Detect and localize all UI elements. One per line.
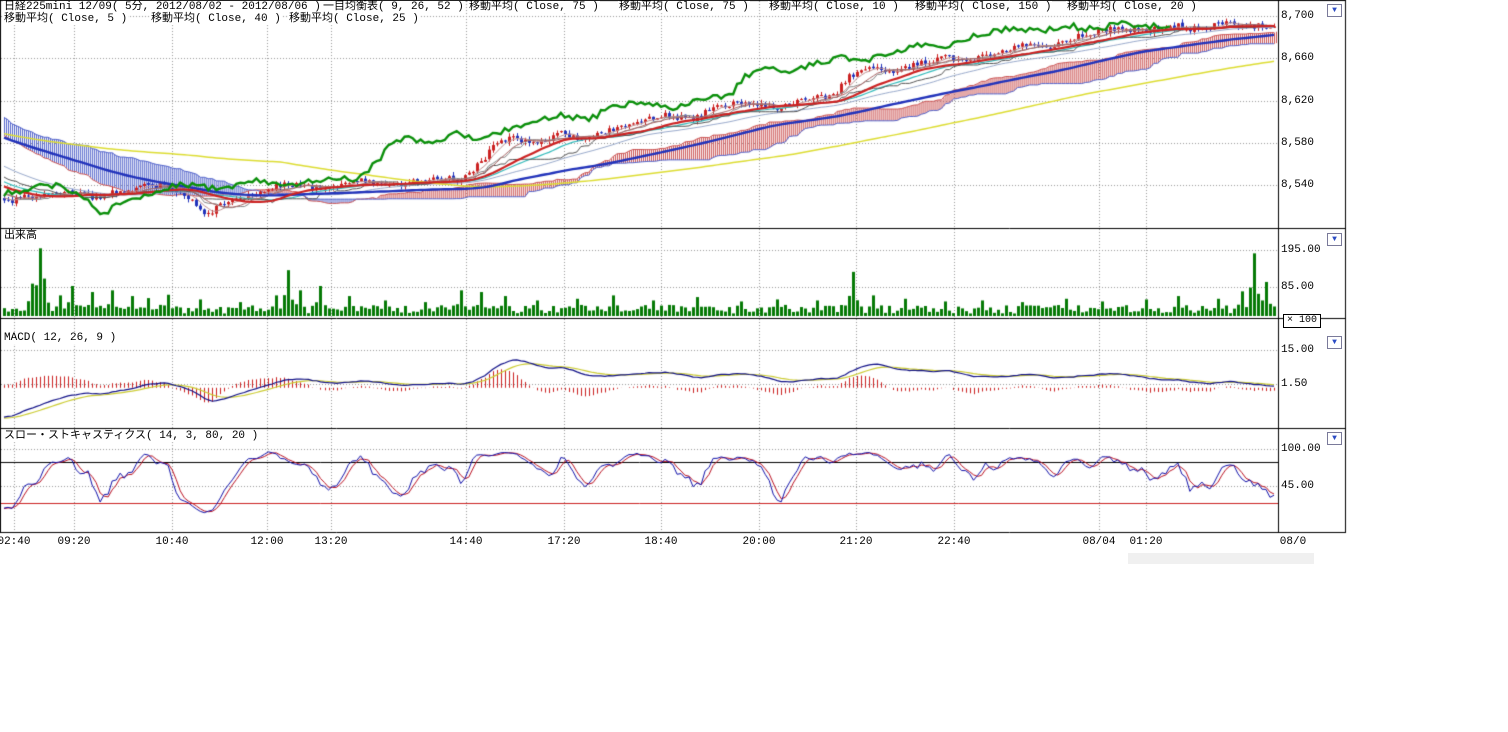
- time-tick-label: 18:40: [639, 536, 683, 548]
- macd-axis-label: 1.50: [1281, 378, 1307, 390]
- horizontal-scrollbar[interactable]: [1128, 553, 1314, 564]
- legend-item: 移動平均( Close, 10 ): [768, 1, 900, 13]
- price-panel-dropdown-button[interactable]: ▼: [1327, 4, 1342, 17]
- price-axis-label: 8,540: [1281, 179, 1314, 191]
- time-tick-label: 22:40: [932, 536, 976, 548]
- price-axis-label: 8,660: [1281, 52, 1314, 64]
- time-tick-label: 17:20: [542, 536, 586, 548]
- time-tick-label: 21:20: [834, 536, 878, 548]
- time-tick-label: 20:00: [737, 536, 781, 548]
- time-tick-label: 10:40: [150, 536, 194, 548]
- legend-item: 一目均衡表( 9, 26, 52 ): [322, 1, 465, 13]
- price-axis-label: 8,580: [1281, 137, 1314, 149]
- time-tick-label: 09:20: [52, 536, 96, 548]
- price-axis-label: 8,620: [1281, 95, 1314, 107]
- time-tick-label: 14:40: [444, 536, 488, 548]
- macd-panel-dropdown-button[interactable]: ▼: [1327, 336, 1342, 349]
- legend-item: 移動平均( Close, 5 ): [3, 13, 128, 25]
- volume-axis-label: 85.00: [1281, 281, 1314, 293]
- time-tick-label: 01:20: [1124, 536, 1168, 548]
- legend-item: 移動平均( Close, 75 ): [618, 1, 750, 13]
- volume-multiplier-badge: × 100: [1283, 314, 1321, 328]
- time-tick-label: 13:20: [309, 536, 353, 548]
- macd-axis-label: 15.00: [1281, 344, 1314, 356]
- legend-item: 移動平均( Close, 40 ): [150, 13, 282, 25]
- volume-axis-label: 195.00: [1281, 244, 1321, 256]
- volume-panel-title: 出来高: [3, 230, 38, 242]
- legend-item: 移動平均( Close, 75 ): [468, 1, 600, 13]
- legend-item: 日経225mini 12/09( 5分, 2012/08/02 - 2012/0…: [3, 1, 322, 13]
- time-tick-label: 08/0: [1271, 536, 1315, 548]
- time-tick-label: 08/04: [1077, 536, 1121, 548]
- stoch-axis-label: 100.00: [1281, 443, 1321, 455]
- stoch-axis-label: 45.00: [1281, 480, 1314, 492]
- legend-item: 移動平均( Close, 25 ): [288, 13, 420, 25]
- legend-item: 移動平均( Close, 150 ): [914, 1, 1052, 13]
- chart-window: 出来高 MACD( 12, 26, 9 ) スロー・ストキャスティクス( 14,…: [0, 0, 1508, 732]
- volume-panel-dropdown-button[interactable]: ▼: [1327, 233, 1342, 246]
- time-tick-label: 12:00: [245, 536, 289, 548]
- legend-item: 移動平均( Close, 20 ): [1066, 1, 1198, 13]
- price-chart-canvas[interactable]: [0, 0, 1508, 732]
- stoch-panel-title: スロー・ストキャスティクス( 14, 3, 80, 20 ): [3, 430, 259, 442]
- macd-panel-title: MACD( 12, 26, 9 ): [3, 332, 117, 344]
- time-tick-label: 02:40: [0, 536, 36, 548]
- stoch-panel-dropdown-button[interactable]: ▼: [1327, 432, 1342, 445]
- price-axis-label: 8,700: [1281, 10, 1314, 22]
